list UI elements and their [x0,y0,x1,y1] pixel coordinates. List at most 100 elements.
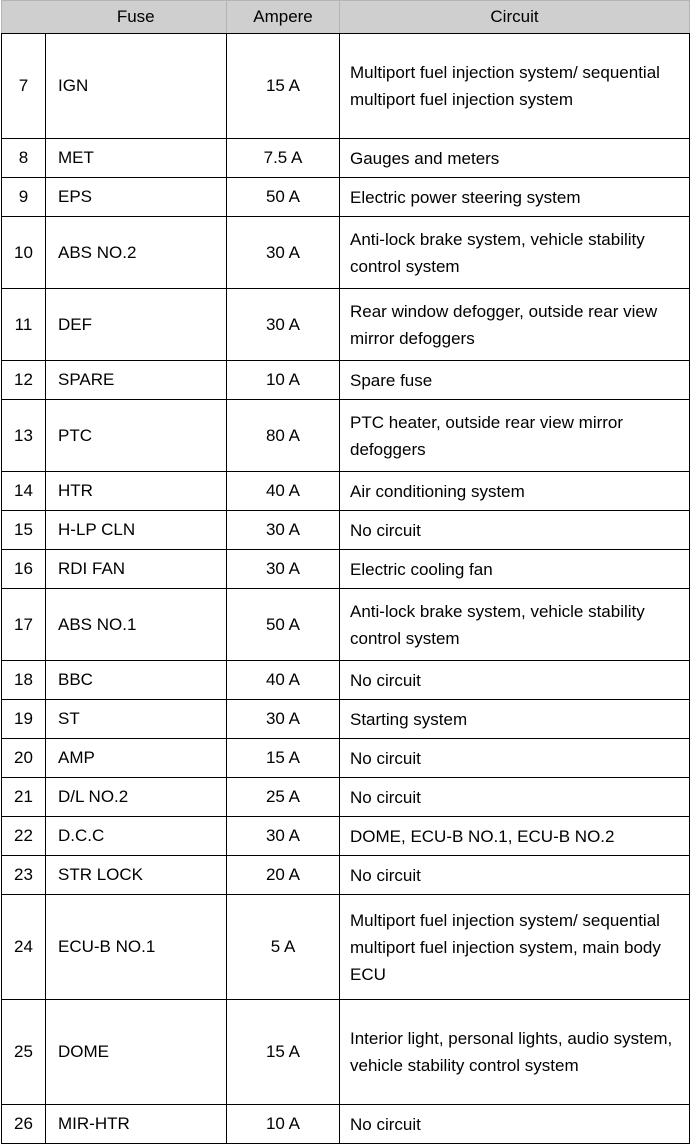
table-row: 20 AMP 15 A No circuit [1,738,690,778]
fuse-circuit-cell: PTC heater, outside rear view mirror def… [339,399,690,472]
table-row: 12 SPARE 10 A Spare fuse [1,360,690,400]
fuse-name-cell: PTC [45,399,227,472]
table-row: 8 MET 7.5 A Gauges and meters [1,138,690,178]
fuse-circuit-cell: Electric cooling fan [339,549,690,589]
fuse-name-cell: D.C.C [45,816,227,856]
fuse-name-cell: HTR [45,471,227,511]
fuse-circuit-cell: No circuit [339,510,690,550]
fuse-circuit-cell: No circuit [339,777,690,817]
table-row: 11 DEF 30 A Rear window defogger, outside r… [1,288,690,361]
fuse-name-cell: ECU-B NO.1 [45,894,227,1000]
table-row: 24 ECU-B NO.1 5 A Multiport fuel injection … [1,894,690,1000]
fuse-ampere-cell: 7.5 A [226,138,340,178]
fuse-number-cell: 11 [1,288,46,361]
fuse-ampere-cell: 50 A [226,177,340,217]
fuse-name-cell: RDI FAN [45,549,227,589]
table-row: 7 IGN 15 A Multiport fuel injection system/… [1,33,690,139]
fuse-name-cell: H-LP CLN [45,510,227,550]
fuse-circuit-cell: No circuit [339,738,690,778]
table-row: 25 DOME 15 A Interior light, personal light… [1,999,690,1105]
fuse-ampere-cell: 30 A [226,816,340,856]
fuse-name-cell: D/L NO.2 [45,777,227,817]
fuse-number-cell: 14 [1,471,46,511]
table-header: Fuse Ampere Circuit [1,0,690,34]
fuse-circuit-cell: Spare fuse [339,360,690,400]
fuse-ampere-cell: 30 A [226,549,340,589]
table-row: 26 MIR-HTR 10 A No circuit [1,1104,690,1144]
fuse-number-cell: 15 [1,510,46,550]
fuse-number-cell: 24 [1,894,46,1000]
fuse-name-cell: ABS NO.1 [45,588,227,661]
fuse-number-cell: 12 [1,360,46,400]
table-row: 9 EPS 50 A Electric power steering system [1,177,690,217]
table-row: 17 ABS NO.1 50 A Anti-lock brake system, ve… [1,588,690,661]
table-row: 14 HTR 40 A Air conditioning system [1,471,690,511]
fuse-number-cell: 8 [1,138,46,178]
fuse-name-cell: BBC [45,660,227,700]
header-row: Fuse Ampere Circuit [1,0,690,34]
fuse-number-cell: 10 [1,216,46,289]
fuse-name-cell: IGN [45,33,227,139]
table-row: 23 STR LOCK 20 A No circuit [1,855,690,895]
fuse-name-cell: ABS NO.2 [45,216,227,289]
fuse-ampere-cell: 15 A [226,33,340,139]
fuse-ampere-cell: 30 A [226,216,340,289]
fuse-ampere-cell: 20 A [226,855,340,895]
fuse-name-cell: EPS [45,177,227,217]
column-header-fuse: Fuse [45,0,227,34]
fuse-number-cell: 18 [1,660,46,700]
fuse-circuit-cell: Electric power steering system [339,177,690,217]
fuse-circuit-cell: Interior light, personal lights, audio s… [339,999,690,1105]
fuse-ampere-cell: 15 A [226,738,340,778]
fuse-circuit-cell: Gauges and meters [339,138,690,178]
fuse-number-cell: 9 [1,177,46,217]
fuse-number-cell: 16 [1,549,46,589]
fuse-number-cell: 21 [1,777,46,817]
fuse-number-cell: 19 [1,699,46,739]
table-row: 15 H-LP CLN 30 A No circuit [1,510,690,550]
fuse-ampere-cell: 10 A [226,1104,340,1144]
table-body: 7 IGN 15 A Multiport fuel injection system/… [1,33,690,1144]
fuse-circuit-cell: Starting system [339,699,690,739]
fuse-ampere-cell: 30 A [226,699,340,739]
fuse-circuit-cell: No circuit [339,1104,690,1144]
column-header-number [1,0,46,34]
table-row: 22 D.C.C 30 A DOME, ECU-B NO.1, ECU-B NO.2 [1,816,690,856]
fuse-circuit-cell: Anti-lock brake system, vehicle stabilit… [339,216,690,289]
table-row: 19 ST 30 A Starting system [1,699,690,739]
fuse-number-cell: 7 [1,33,46,139]
fuse-ampere-cell: 30 A [226,510,340,550]
fuse-name-cell: DOME [45,999,227,1105]
fuse-circuit-cell: Rear window defogger, outside rear view … [339,288,690,361]
fuse-ampere-cell: 80 A [226,399,340,472]
fuse-number-cell: 22 [1,816,46,856]
column-header-circuit: Circuit [339,0,690,34]
fuse-circuit-cell: Air conditioning system [339,471,690,511]
fuse-name-cell: AMP [45,738,227,778]
table-row: 16 RDI FAN 30 A Electric cooling fan [1,549,690,589]
fuse-ampere-cell: 25 A [226,777,340,817]
fuse-circuit-cell: DOME, ECU-B NO.1, ECU-B NO.2 [339,816,690,856]
fuse-ampere-cell: 40 A [226,660,340,700]
fuse-ampere-cell: 10 A [226,360,340,400]
fuse-name-cell: STR LOCK [45,855,227,895]
fuse-ampere-cell: 30 A [226,288,340,361]
table-row: 10 ABS NO.2 30 A Anti-lock brake system, ve… [1,216,690,289]
table-row: 21 D/L NO.2 25 A No circuit [1,777,690,817]
fuse-circuit-cell: No circuit [339,660,690,700]
fuse-circuit-cell: Multiport fuel injection system/ sequent… [339,33,690,139]
fuse-circuit-cell: Anti-lock brake system, vehicle stabilit… [339,588,690,661]
fuse-number-cell: 17 [1,588,46,661]
fuse-circuit-cell: No circuit [339,855,690,895]
column-header-ampere: Ampere [226,0,340,34]
fuse-number-cell: 25 [1,999,46,1105]
fuse-name-cell: ST [45,699,227,739]
fuse-specification-table: Fuse Ampere Circuit 7 IGN 15 A Multiport fu… [1,0,690,1144]
table-row: 18 BBC 40 A No circuit [1,660,690,700]
fuse-ampere-cell: 50 A [226,588,340,661]
fuse-name-cell: MIR-HTR [45,1104,227,1144]
fuse-number-cell: 13 [1,399,46,472]
fuse-ampere-cell: 15 A [226,999,340,1105]
fuse-number-cell: 26 [1,1104,46,1144]
fuse-name-cell: MET [45,138,227,178]
